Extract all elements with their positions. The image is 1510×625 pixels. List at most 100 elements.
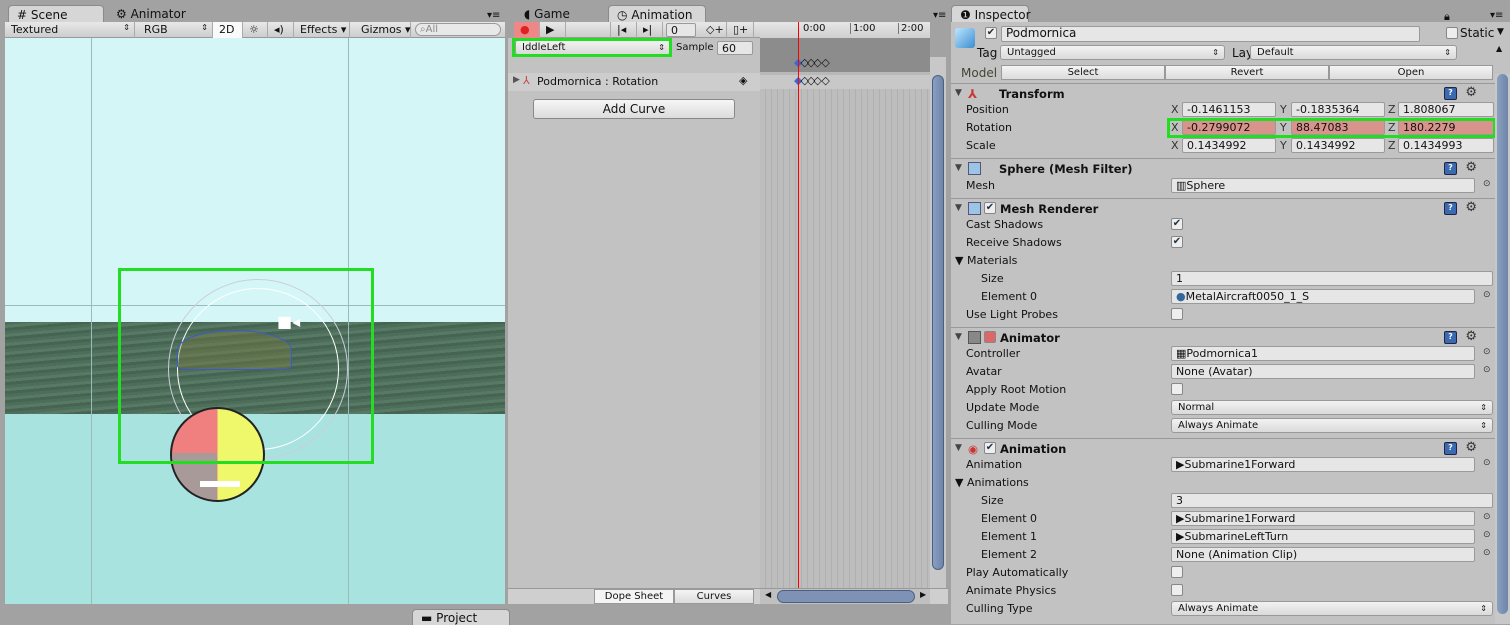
keyframes-rotation[interactable]: ◆◇◇◇ ◇	[794, 74, 830, 87]
static-dropdown-icon[interactable]: ▼	[1497, 27, 1504, 37]
object-picker-icon[interactable]: ⊙	[1483, 530, 1491, 540]
playhead[interactable]	[798, 22, 799, 588]
scene-search-input[interactable]: ⌕All	[415, 23, 501, 36]
panel-menu-icon[interactable]: ▾≡	[1490, 10, 1503, 21]
animation-clip-field[interactable]: ▶SubmarineLeftTurn	[1171, 529, 1475, 544]
help-icon[interactable]: ?	[1444, 202, 1457, 215]
gear-icon[interactable]: ⚙	[1465, 200, 1477, 215]
materials-size-input[interactable]: 1	[1171, 271, 1493, 286]
frame-input[interactable]: 0	[666, 23, 696, 37]
axis-label[interactable]: X	[1171, 139, 1179, 152]
audio-toggle-icon[interactable]: ◂)	[268, 22, 294, 38]
object-picker-icon[interactable]: ⊙	[1483, 512, 1491, 522]
scroll-thumb[interactable]	[1497, 74, 1508, 614]
model-revert-button[interactable]: Revert	[1165, 65, 1329, 80]
model-open-button[interactable]: Open	[1329, 65, 1493, 80]
object-picker-icon[interactable]: ⊙	[1483, 179, 1491, 189]
help-icon[interactable]: ?	[1444, 331, 1457, 344]
axis-label[interactable]: Y	[1280, 139, 1287, 152]
scale-z-input[interactable]: 0.1434993	[1398, 138, 1494, 153]
object-picker-icon[interactable]: ⊙	[1483, 347, 1491, 357]
scale-y-input[interactable]: 0.1434992	[1291, 138, 1385, 153]
animation-header[interactable]: ▼ ◉ ✔ Animation? ⚙	[951, 438, 1495, 458]
static-checkbox[interactable]	[1446, 27, 1458, 39]
scene-viewport[interactable]: ■◂	[5, 38, 505, 604]
channel-dropdown[interactable]: RGB ⇕	[138, 22, 213, 38]
axis-label[interactable]: Z	[1388, 139, 1396, 152]
animator-header[interactable]: ▼ Animator? ⚙	[951, 327, 1495, 347]
expand-icon[interactable]: ▶	[513, 75, 520, 85]
panel-menu-icon[interactable]: ▾≡	[933, 10, 946, 21]
enabled-checkbox[interactable]	[984, 331, 996, 343]
add-curve-button[interactable]: Add Curve	[533, 99, 735, 119]
time-ruler[interactable]: 0:00 1:00 2:00	[760, 22, 930, 38]
next-key-button[interactable]: ▸|	[637, 22, 663, 38]
dope-sheet-tab[interactable]: Dope Sheet	[594, 589, 674, 604]
object-picker-icon[interactable]: ⊙	[1483, 365, 1491, 375]
root-motion-checkbox[interactable]	[1171, 383, 1183, 395]
timeline[interactable]: 0:00 1:00 2:00 ◆◇◇◇ ◇ ◆◇◇◇ ◇	[760, 22, 930, 588]
vertical-scrollbar[interactable]	[930, 57, 946, 588]
add-event-icon[interactable]: ▯+	[727, 22, 754, 38]
tag-dropdown[interactable]: Untagged ⇕	[1000, 45, 1225, 60]
prev-key-button[interactable]: |◂	[611, 22, 637, 38]
gear-icon[interactable]: ⚙	[1465, 160, 1477, 175]
active-checkbox[interactable]: ✔	[985, 27, 997, 39]
enabled-checkbox[interactable]: ✔	[984, 202, 996, 214]
animation-clip-field[interactable]: ▶Submarine1Forward	[1171, 511, 1475, 526]
sample-input[interactable]: 60	[717, 41, 753, 55]
play-button[interactable]: ▶	[540, 22, 566, 38]
light-probes-checkbox[interactable]	[1171, 308, 1183, 320]
2d-toggle[interactable]: 2D	[213, 22, 243, 38]
property-row[interactable]: ▶ ⅄ Podmornica : Rotation ◈	[508, 73, 760, 91]
tab-animator[interactable]: ⚙ Animator	[108, 5, 194, 23]
help-icon[interactable]: ?	[1444, 162, 1457, 175]
model-select-button[interactable]: Select	[1001, 65, 1165, 80]
cast-shadows-checkbox[interactable]: ✔	[1171, 218, 1183, 230]
tab-game[interactable]: ◖ Game	[516, 5, 578, 23]
hscroll-thumb[interactable]	[777, 590, 915, 603]
shading-dropdown[interactable]: Textured ⇕	[5, 22, 135, 38]
animate-physics-checkbox[interactable]	[1171, 584, 1183, 596]
material-field[interactable]: ●MetalAircraft0050_1_S	[1171, 289, 1475, 304]
gear-icon[interactable]: ⚙	[1465, 329, 1477, 344]
culling-mode-dropdown[interactable]: Always Animate ⇕	[1171, 418, 1493, 433]
axis-label[interactable]: Z	[1388, 103, 1396, 116]
object-picker-icon[interactable]: ⊙	[1483, 458, 1491, 468]
gear-icon[interactable]: ⚙	[1465, 440, 1477, 455]
mesh-filter-header[interactable]: ▼ Sphere (Mesh Filter)? ⚙	[951, 158, 1495, 178]
scale-x-input[interactable]: 0.1434992	[1182, 138, 1276, 153]
animation-clip-field[interactable]: None (Animation Clip)	[1171, 547, 1475, 562]
avatar-field[interactable]: None (Avatar)	[1171, 364, 1475, 379]
play-automatically-checkbox[interactable]	[1171, 566, 1183, 578]
animations-foldout[interactable]: ▼ Animations	[955, 476, 1029, 489]
panel-menu-icon[interactable]: ▾≡	[487, 10, 500, 21]
object-picker-icon[interactable]: ⊙	[1483, 548, 1491, 558]
key-diamond-icon[interactable]: ◈	[739, 74, 747, 87]
transform-header[interactable]: ▼ ⅄ Transform? ⚙	[951, 83, 1495, 103]
inspector-scrollbar[interactable]: ▲	[1495, 44, 1510, 624]
curves-tab[interactable]: Curves	[674, 589, 754, 604]
horizontal-scrollbar[interactable]: ◀ ▶	[760, 589, 930, 604]
help-icon[interactable]: ?	[1444, 87, 1457, 100]
tab-animation[interactable]: ◷ Animation	[608, 5, 706, 23]
animation-field[interactable]: ▶Submarine1Forward	[1171, 457, 1475, 472]
name-input[interactable]: Podmornica	[1001, 26, 1420, 42]
mesh-field[interactable]: ▥Sphere	[1171, 178, 1475, 193]
gizmos-dropdown[interactable]: Gizmos ▾	[355, 22, 411, 38]
position-y-input[interactable]: -0.1835364	[1291, 102, 1385, 117]
lighting-toggle-icon[interactable]: ☼	[243, 22, 268, 38]
axis-label[interactable]: Y	[1280, 103, 1287, 116]
tab-project[interactable]: ▬ Project	[412, 609, 510, 625]
gameobject-icon[interactable]	[955, 28, 975, 48]
materials-foldout[interactable]: ▼ Materials	[955, 254, 1017, 267]
enabled-checkbox[interactable]: ✔	[984, 442, 996, 454]
keyframes-summary[interactable]: ◆◇◇◇ ◇	[794, 56, 830, 69]
scroll-thumb[interactable]	[932, 75, 944, 570]
gear-icon[interactable]: ⚙	[1465, 85, 1477, 100]
tab-scene[interactable]: # Scene	[8, 5, 104, 23]
receive-shadows-checkbox[interactable]: ✔	[1171, 236, 1183, 248]
layer-dropdown[interactable]: Default ⇕	[1250, 45, 1457, 60]
record-button[interactable]: ●	[514, 22, 540, 38]
axis-label[interactable]: X	[1171, 103, 1179, 116]
